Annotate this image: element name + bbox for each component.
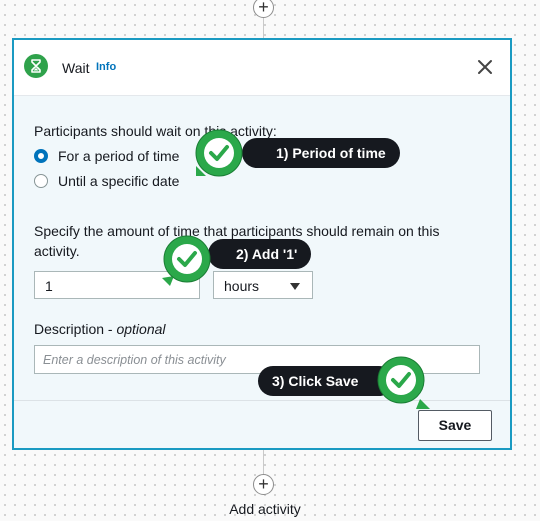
add-activity-label[interactable]: Add activity bbox=[0, 501, 530, 517]
save-button[interactable]: Save bbox=[418, 410, 492, 441]
radio-specific-date-label[interactable]: Until a specific date bbox=[58, 173, 179, 189]
check-badge-icon bbox=[377, 356, 430, 409]
check-badge-icon bbox=[195, 129, 243, 177]
caret-down-icon bbox=[290, 283, 300, 290]
radio-period-of-time[interactable] bbox=[34, 149, 48, 163]
connector-bottom bbox=[263, 450, 264, 476]
description-label-text: Description - bbox=[34, 321, 117, 337]
unit-select-value: hours bbox=[224, 278, 260, 294]
callout-period-of-time: 1) Period of time bbox=[242, 138, 400, 168]
hourglass-icon bbox=[24, 54, 48, 78]
check-badge-icon bbox=[162, 235, 211, 286]
card-header: Wait Info bbox=[14, 40, 510, 96]
radio-period-of-time-label[interactable]: For a period of time bbox=[58, 148, 179, 164]
radio-specific-date[interactable] bbox=[34, 174, 48, 188]
close-icon[interactable] bbox=[476, 58, 494, 76]
description-label: Description - optional bbox=[34, 321, 166, 337]
footer-divider bbox=[14, 400, 510, 401]
add-activity-button[interactable]: + bbox=[253, 474, 274, 495]
info-link[interactable]: Info bbox=[96, 61, 116, 73]
callout-add-1: 2) Add '1' bbox=[208, 239, 312, 269]
unit-select[interactable]: hours bbox=[213, 271, 313, 299]
callout-click-save: 3) Click Save bbox=[258, 366, 395, 396]
card-title: Wait bbox=[62, 60, 90, 76]
add-activity-top-button[interactable]: + bbox=[253, 0, 274, 18]
description-optional: optional bbox=[116, 321, 166, 337]
